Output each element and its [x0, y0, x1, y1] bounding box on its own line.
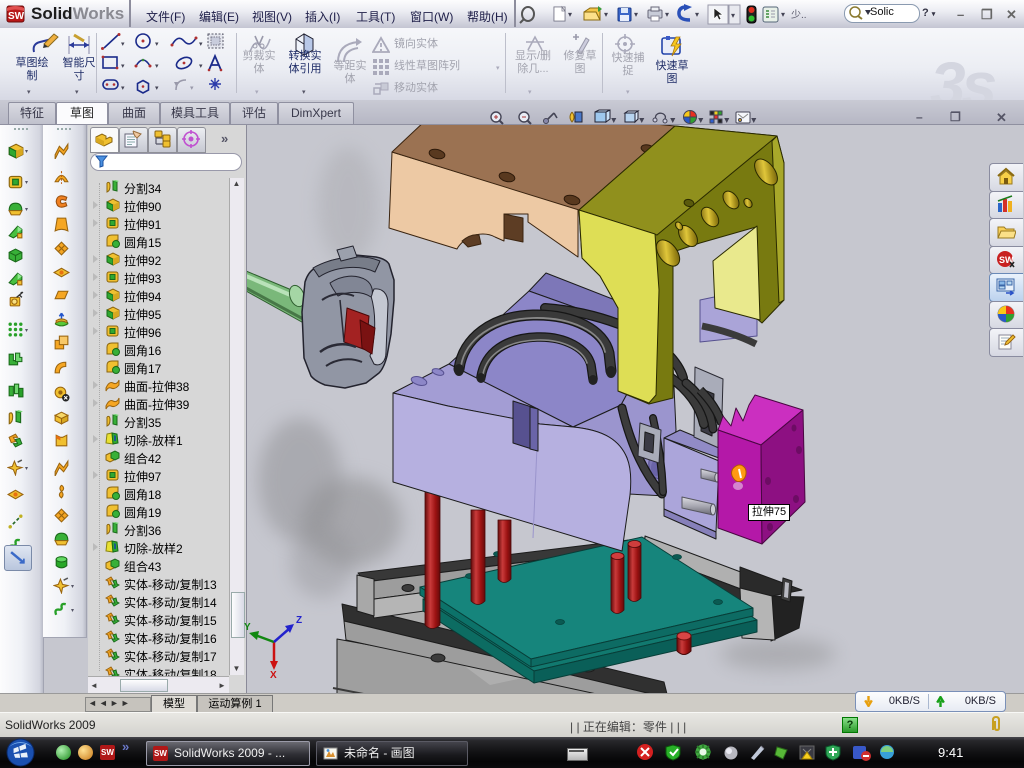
svg-text:▾: ▾	[695, 10, 699, 19]
svg-text:▾: ▾	[190, 85, 194, 92]
svg-text:▾: ▾	[155, 41, 159, 48]
svg-text:▾: ▾	[121, 63, 125, 70]
svg-text:▾: ▾	[725, 117, 729, 124]
svg-text:▾: ▾	[121, 85, 125, 92]
svg-text:▾: ▾	[604, 10, 608, 19]
svg-text:▾: ▾	[640, 117, 644, 124]
svg-text:▾: ▾	[699, 117, 703, 124]
svg-text:▾: ▾	[781, 10, 785, 19]
svg-text:Y: Y	[244, 622, 251, 633]
svg-text:▾: ▾	[121, 41, 125, 48]
svg-text:▾: ▾	[634, 10, 638, 19]
svg-text:▾: ▾	[199, 41, 203, 48]
svg-text:▾: ▾	[752, 117, 756, 124]
svg-text:▾: ▾	[155, 63, 159, 70]
svg-text:▾: ▾	[199, 63, 203, 70]
svg-text:▾: ▾	[731, 11, 735, 20]
svg-text:▾: ▾	[155, 85, 159, 92]
svg-text:SW: SW	[8, 11, 25, 22]
svg-text:▾: ▾	[671, 117, 675, 124]
svg-text:少..: 少..	[791, 9, 807, 21]
svg-text:▾: ▾	[568, 10, 572, 19]
svg-text:▾: ▾	[665, 10, 669, 19]
svg-text:X: X	[270, 670, 277, 679]
svg-text:▾: ▾	[612, 117, 616, 124]
svg-text:Z: Z	[296, 615, 302, 626]
